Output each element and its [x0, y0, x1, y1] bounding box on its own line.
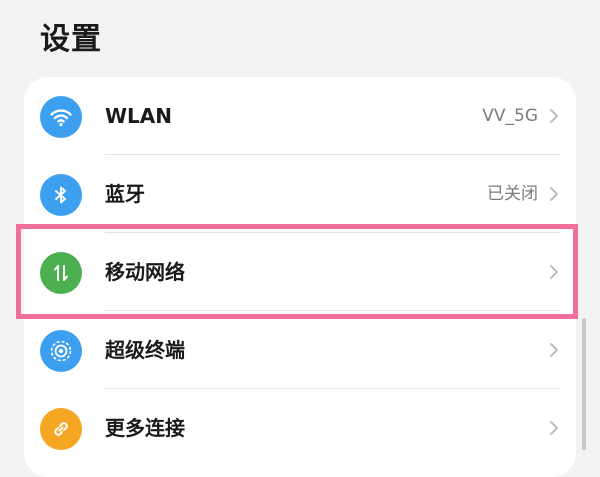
wifi-icon	[40, 96, 82, 138]
settings-item-value: 已关闭	[487, 184, 538, 204]
settings-item-label: 更多连接	[105, 416, 185, 440]
settings-item-label: 移动网络	[105, 260, 185, 284]
chevron-right-icon	[550, 265, 558, 279]
settings-item-super-device[interactable]: 超级终端	[24, 311, 576, 389]
page-title: 设置	[40, 22, 102, 57]
settings-item-label: WLAN	[105, 104, 173, 128]
link-icon	[40, 408, 82, 450]
mobile-data-icon	[40, 252, 82, 294]
bluetooth-icon	[40, 174, 82, 216]
settings-item-label: 超级终端	[105, 338, 185, 362]
chevron-right-icon	[550, 187, 558, 201]
settings-item-wlan[interactable]: WLAN VV_5G	[24, 77, 576, 155]
settings-item-bluetooth[interactable]: 蓝牙 已关闭	[24, 155, 576, 233]
scrollbar[interactable]	[582, 318, 586, 450]
settings-card: WLAN VV_5G 蓝牙 已关闭 移动网络 超级终端 更多连接	[24, 77, 576, 477]
settings-item-value: VV_5G	[482, 106, 538, 126]
chevron-right-icon	[550, 109, 558, 123]
settings-item-label: 蓝牙	[105, 182, 145, 206]
chevron-right-icon	[550, 343, 558, 357]
settings-item-mobile-network[interactable]: 移动网络	[24, 233, 576, 311]
super-device-icon	[40, 330, 82, 372]
settings-item-more-connections[interactable]: 更多连接	[24, 389, 576, 467]
chevron-right-icon	[550, 421, 558, 435]
